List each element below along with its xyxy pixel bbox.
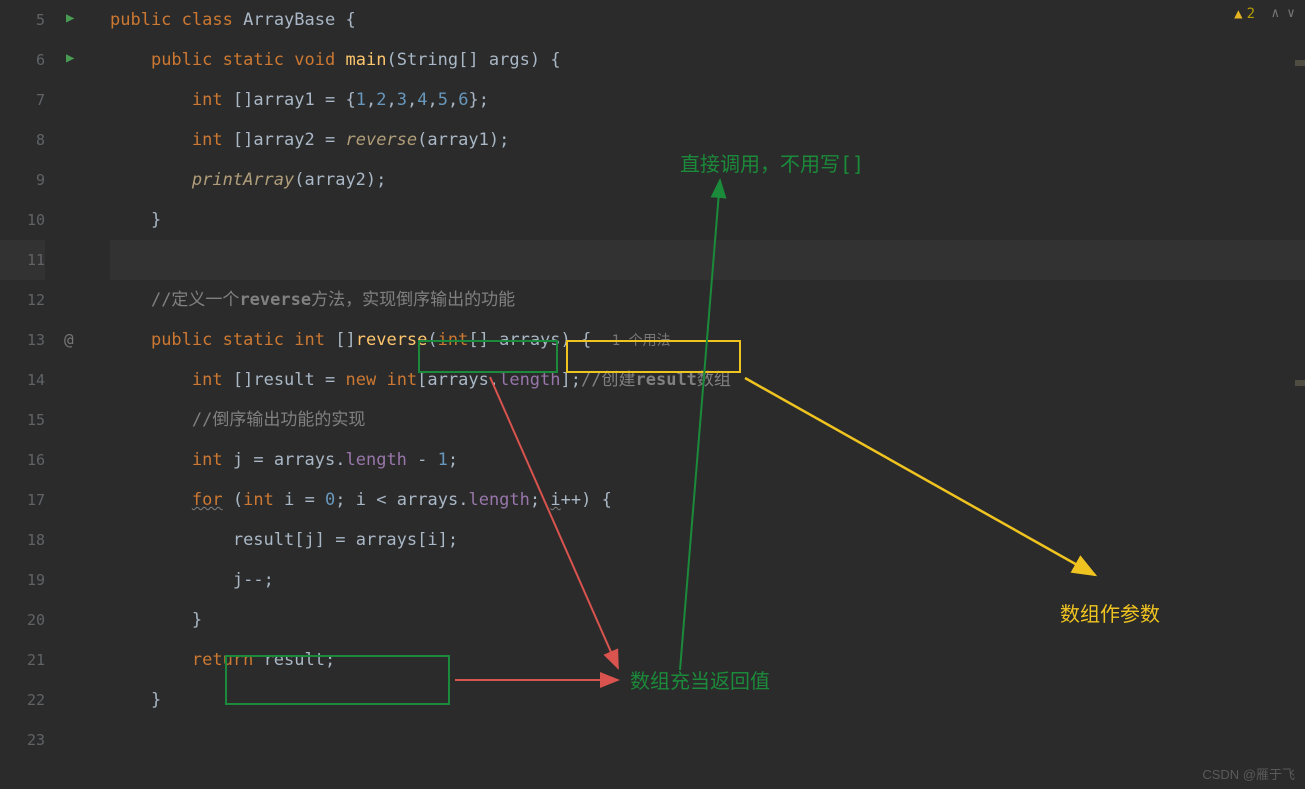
line-number: 20: [0, 600, 45, 640]
code-line: }: [110, 200, 1305, 240]
run-icon[interactable]: ▶: [66, 50, 74, 66]
code-content[interactable]: public class ArrayBase { public static v…: [100, 0, 1305, 789]
code-line: }: [110, 680, 1305, 720]
line-number: 14: [0, 360, 45, 400]
line-number: 5: [0, 0, 45, 40]
code-line: j--;: [110, 560, 1305, 600]
warning-count: 2: [1247, 6, 1255, 22]
line-number: 18: [0, 520, 45, 560]
code-line: }: [110, 600, 1305, 640]
code-line: printArray(array2);: [110, 160, 1305, 200]
line-gutter: 5 6 7 8 9 10 11 12 13 14 15 16 17 18 19 …: [0, 0, 60, 789]
line-number: 16: [0, 440, 45, 480]
line-number: 17: [0, 480, 45, 520]
code-line: int []array1 = {1,2,3,4,5,6};: [110, 80, 1305, 120]
line-number: 10: [0, 200, 45, 240]
code-line: //定义一个reverse方法，实现倒序输出的功能: [110, 280, 1305, 320]
code-line: public static int []reverse(int[] arrays…: [110, 320, 1305, 360]
watermark: CSDN @雁于飞: [1202, 764, 1295, 783]
override-icon[interactable]: @: [64, 330, 74, 349]
code-line: //倒序输出功能的实现: [110, 400, 1305, 440]
line-number: 13: [0, 320, 45, 360]
line-number: 19: [0, 560, 45, 600]
code-editor: 5 6 7 8 9 10 11 12 13 14 15 16 17 18 19 …: [0, 0, 1305, 789]
code-line: for (int i = 0; i < arrays.length; i++) …: [110, 480, 1305, 520]
code-line: public class ArrayBase {: [110, 0, 1305, 40]
line-number: 8: [0, 120, 45, 160]
code-line: int []array2 = reverse(array1);: [110, 120, 1305, 160]
line-number: 12: [0, 280, 45, 320]
code-line: [110, 720, 1305, 760]
line-number: 11: [0, 240, 45, 280]
next-problem-icon[interactable]: ∨: [1287, 6, 1295, 21]
line-number: 6: [0, 40, 45, 80]
line-number: 21: [0, 640, 45, 680]
line-number: 9: [0, 160, 45, 200]
problems-indicator[interactable]: ▲ 2: [1234, 6, 1255, 22]
line-number: 22: [0, 680, 45, 720]
gutter-icons: ▶ ▶ @: [60, 0, 100, 789]
scrollbar-mark[interactable]: [1295, 380, 1305, 386]
line-number: 15: [0, 400, 45, 440]
code-line: return result;: [110, 640, 1305, 680]
line-number: 7: [0, 80, 45, 120]
warning-icon: ▲: [1234, 6, 1242, 22]
code-line: int []result = new int[arrays.length];//…: [110, 360, 1305, 400]
code-line: result[j] = arrays[i];: [110, 520, 1305, 560]
run-icon[interactable]: ▶: [66, 10, 74, 26]
code-line: [110, 240, 1305, 280]
problem-nav: ∧ ∨: [1271, 6, 1295, 21]
line-number: 23: [0, 720, 45, 760]
prev-problem-icon[interactable]: ∧: [1271, 6, 1279, 21]
usage-hint[interactable]: 1 个用法: [612, 333, 671, 349]
code-line: public static void main(String[] args) {: [110, 40, 1305, 80]
code-line: int j = arrays.length - 1;: [110, 440, 1305, 480]
scrollbar-mark[interactable]: [1295, 60, 1305, 66]
